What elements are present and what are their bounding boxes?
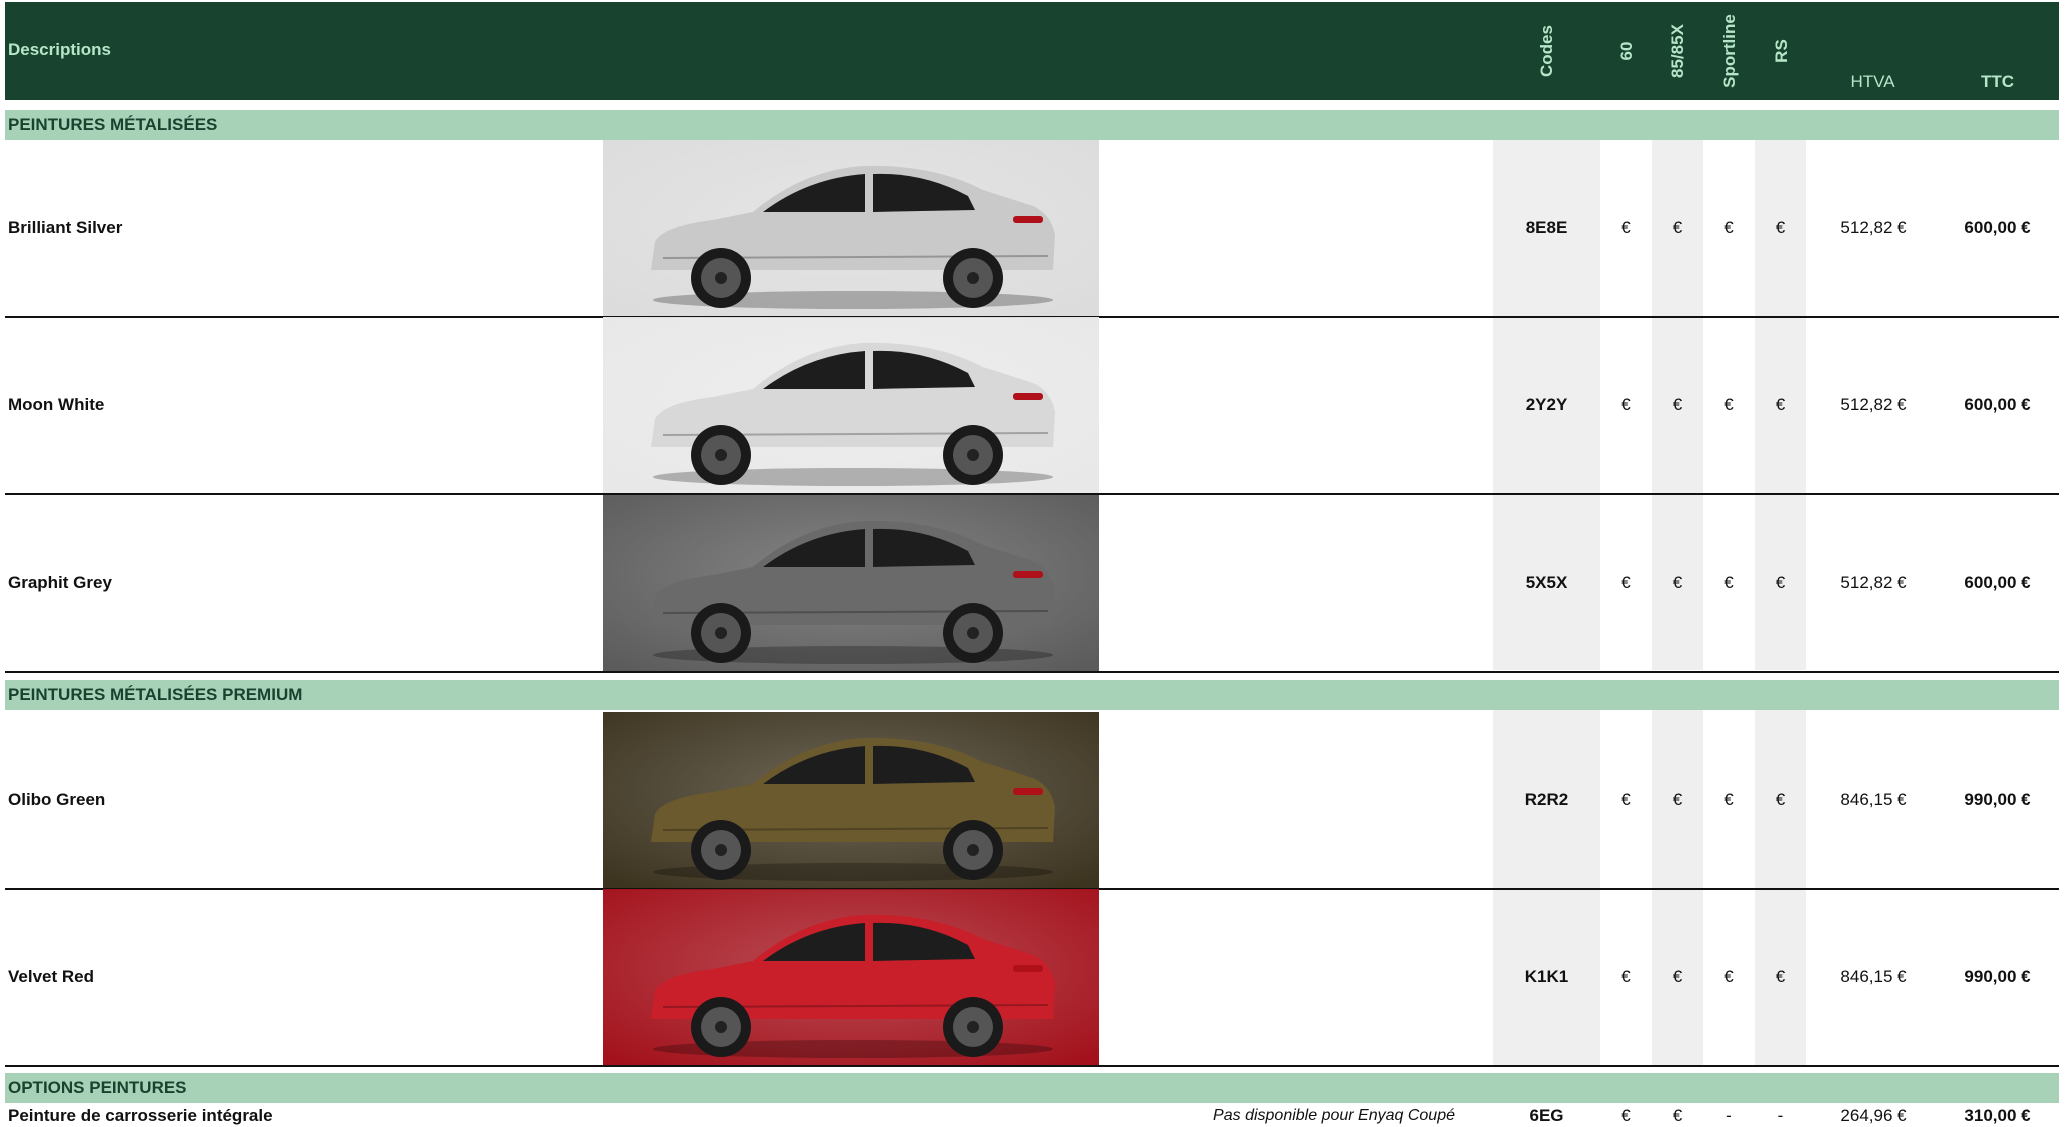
row-description: Moon White xyxy=(8,395,105,414)
cell-crs: € xyxy=(1775,573,1786,592)
cell-ttc: 600,00 € xyxy=(1964,218,2031,237)
cell-c60: € xyxy=(1621,218,1631,237)
cell-code: 2Y2Y xyxy=(1525,395,1568,414)
header-codes: Codes xyxy=(1537,25,1556,77)
cell-c60: € xyxy=(1621,395,1631,414)
section-title: PEINTURES MÉTALISÉES PREMIUM xyxy=(5,680,2059,710)
cell-crs: € xyxy=(1775,218,1786,237)
cell-c85: € xyxy=(1672,573,1683,592)
car-color-image xyxy=(603,140,1099,316)
cell-c60: € xyxy=(1621,573,1631,592)
cell-csport: € xyxy=(1724,790,1734,809)
header-ttc: TTC xyxy=(1980,72,2015,91)
cell-htva: 846,15 € xyxy=(1840,967,1907,986)
table-header xyxy=(5,2,2059,100)
header-htva: HTVA xyxy=(1850,72,1895,91)
car-color-image xyxy=(603,317,1099,493)
cell-csport: € xyxy=(1724,218,1734,237)
header-85-85x: 85/85X xyxy=(1668,24,1687,78)
header-60: 60 xyxy=(1617,41,1636,61)
cell-code: K1K1 xyxy=(1524,967,1569,986)
cell-htva: 846,15 € xyxy=(1840,790,1907,809)
cell-csport: € xyxy=(1724,573,1734,592)
cell-crs: € xyxy=(1775,790,1786,809)
cell-crs: - xyxy=(1777,1106,1784,1125)
section-title: PEINTURES MÉTALISÉES xyxy=(5,110,2059,140)
cell-c60: € xyxy=(1621,790,1631,809)
section-title: OPTIONS PEINTURES xyxy=(5,1073,2059,1103)
cell-csport: € xyxy=(1724,395,1734,414)
car-color-image xyxy=(603,495,1099,671)
header-rs: RS xyxy=(1772,39,1791,63)
row-description: Peinture de carrosserie intégrale xyxy=(8,1106,273,1125)
car-color-image xyxy=(603,712,1099,888)
row-description: Olibo Green xyxy=(8,790,106,809)
cell-csport: € xyxy=(1724,967,1734,986)
cell-ttc: 600,00 € xyxy=(1964,395,2031,414)
cell-htva: 512,82 € xyxy=(1840,573,1907,592)
car-color-image xyxy=(603,889,1099,1065)
cell-htva: 264,96 € xyxy=(1840,1106,1907,1125)
cell-c60: € xyxy=(1621,1106,1631,1125)
row-description: Graphit Grey xyxy=(8,573,112,592)
row-note: Pas disponible pour Enyaq Coupé xyxy=(1213,1107,1455,1124)
cell-ttc: 990,00 € xyxy=(1964,967,2031,986)
row-description: Velvet Red xyxy=(8,967,94,986)
cell-code: 6EG xyxy=(1529,1106,1564,1125)
cell-c85: € xyxy=(1672,967,1683,986)
cell-htva: 512,82 € xyxy=(1840,218,1907,237)
cell-code: 5X5X xyxy=(1525,573,1568,592)
cell-c85: € xyxy=(1672,395,1683,414)
cell-c85: € xyxy=(1672,790,1683,809)
cell-ttc: 310,00 € xyxy=(1964,1106,2031,1125)
row-description: Brilliant Silver xyxy=(8,218,123,237)
cell-crs: € xyxy=(1775,967,1786,986)
cell-crs: € xyxy=(1775,395,1786,414)
cell-code: R2R2 xyxy=(1524,790,1569,809)
cell-code: 8E8E xyxy=(1525,218,1568,237)
row-separator xyxy=(5,671,2059,673)
header-descriptions: Descriptions xyxy=(8,40,111,59)
cell-ttc: 990,00 € xyxy=(1964,790,2031,809)
row-separator xyxy=(5,1065,2059,1067)
cell-c85: € xyxy=(1672,1106,1683,1125)
header-sportline: Sportline xyxy=(1720,14,1739,88)
cell-htva: 512,82 € xyxy=(1840,395,1907,414)
cell-c85: € xyxy=(1672,218,1683,237)
cell-c60: € xyxy=(1621,967,1631,986)
cell-ttc: 600,00 € xyxy=(1964,573,2031,592)
cell-csport: - xyxy=(1726,1106,1732,1125)
